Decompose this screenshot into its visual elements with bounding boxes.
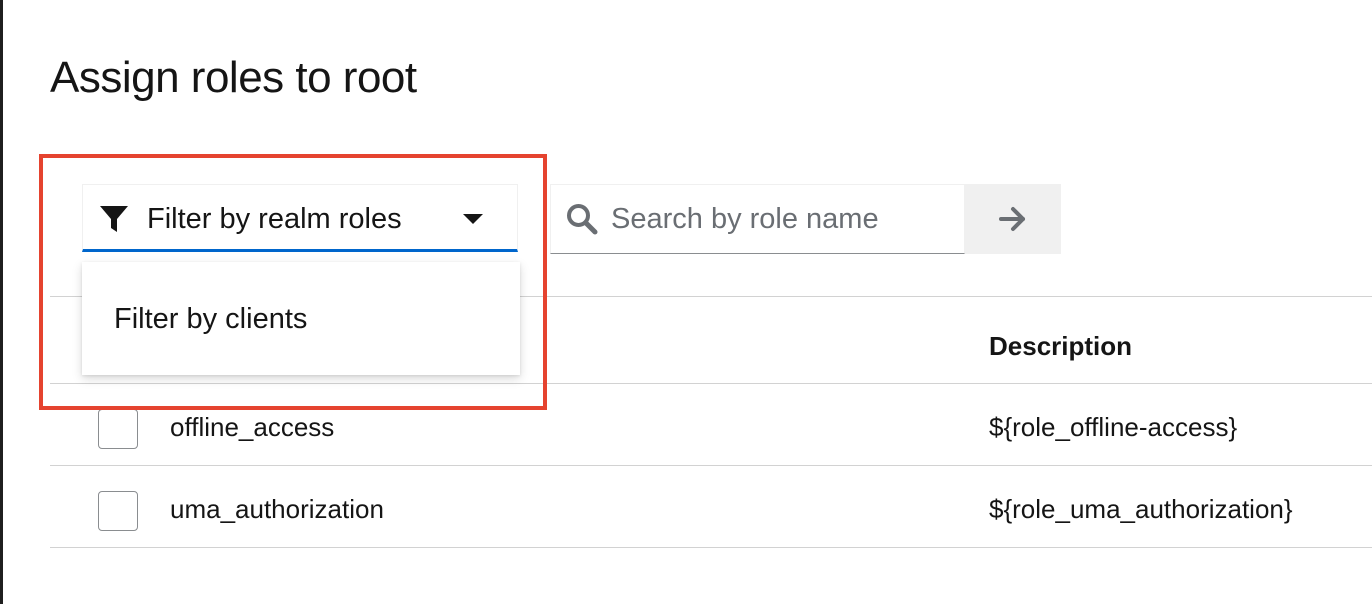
filter-dropdown-toggle[interactable]: Filter by realm roles xyxy=(82,184,518,252)
column-header-description: Description xyxy=(989,331,1133,361)
role-description-cell: ${role_offline-access} xyxy=(989,412,1238,442)
page-title: Assign roles to root xyxy=(50,53,417,102)
filter-dropdown-label: Filter by realm roles xyxy=(147,203,402,235)
caret-down-icon xyxy=(463,214,483,224)
filter-icon xyxy=(100,206,128,232)
dropdown-item-filter-by-clients[interactable]: Filter by clients xyxy=(82,284,520,354)
table-row-divider xyxy=(50,465,1372,466)
role-description-cell: ${role_uma_authorization} xyxy=(989,494,1293,524)
search-box xyxy=(550,184,965,254)
window-left-edge xyxy=(0,0,3,604)
role-name-cell: offline_access xyxy=(170,412,335,442)
arrow-right-icon xyxy=(999,207,1025,231)
search-input[interactable] xyxy=(611,197,951,241)
row-checkbox[interactable] xyxy=(98,491,138,531)
search-submit-button[interactable] xyxy=(965,184,1061,254)
search-icon xyxy=(567,204,598,235)
filter-dropdown-menu: Filter by clients xyxy=(82,262,520,375)
row-checkbox[interactable] xyxy=(98,409,138,449)
role-name-cell: uma_authorization xyxy=(170,494,384,524)
table-row-divider xyxy=(50,547,1372,548)
table-header-divider xyxy=(50,383,1372,384)
